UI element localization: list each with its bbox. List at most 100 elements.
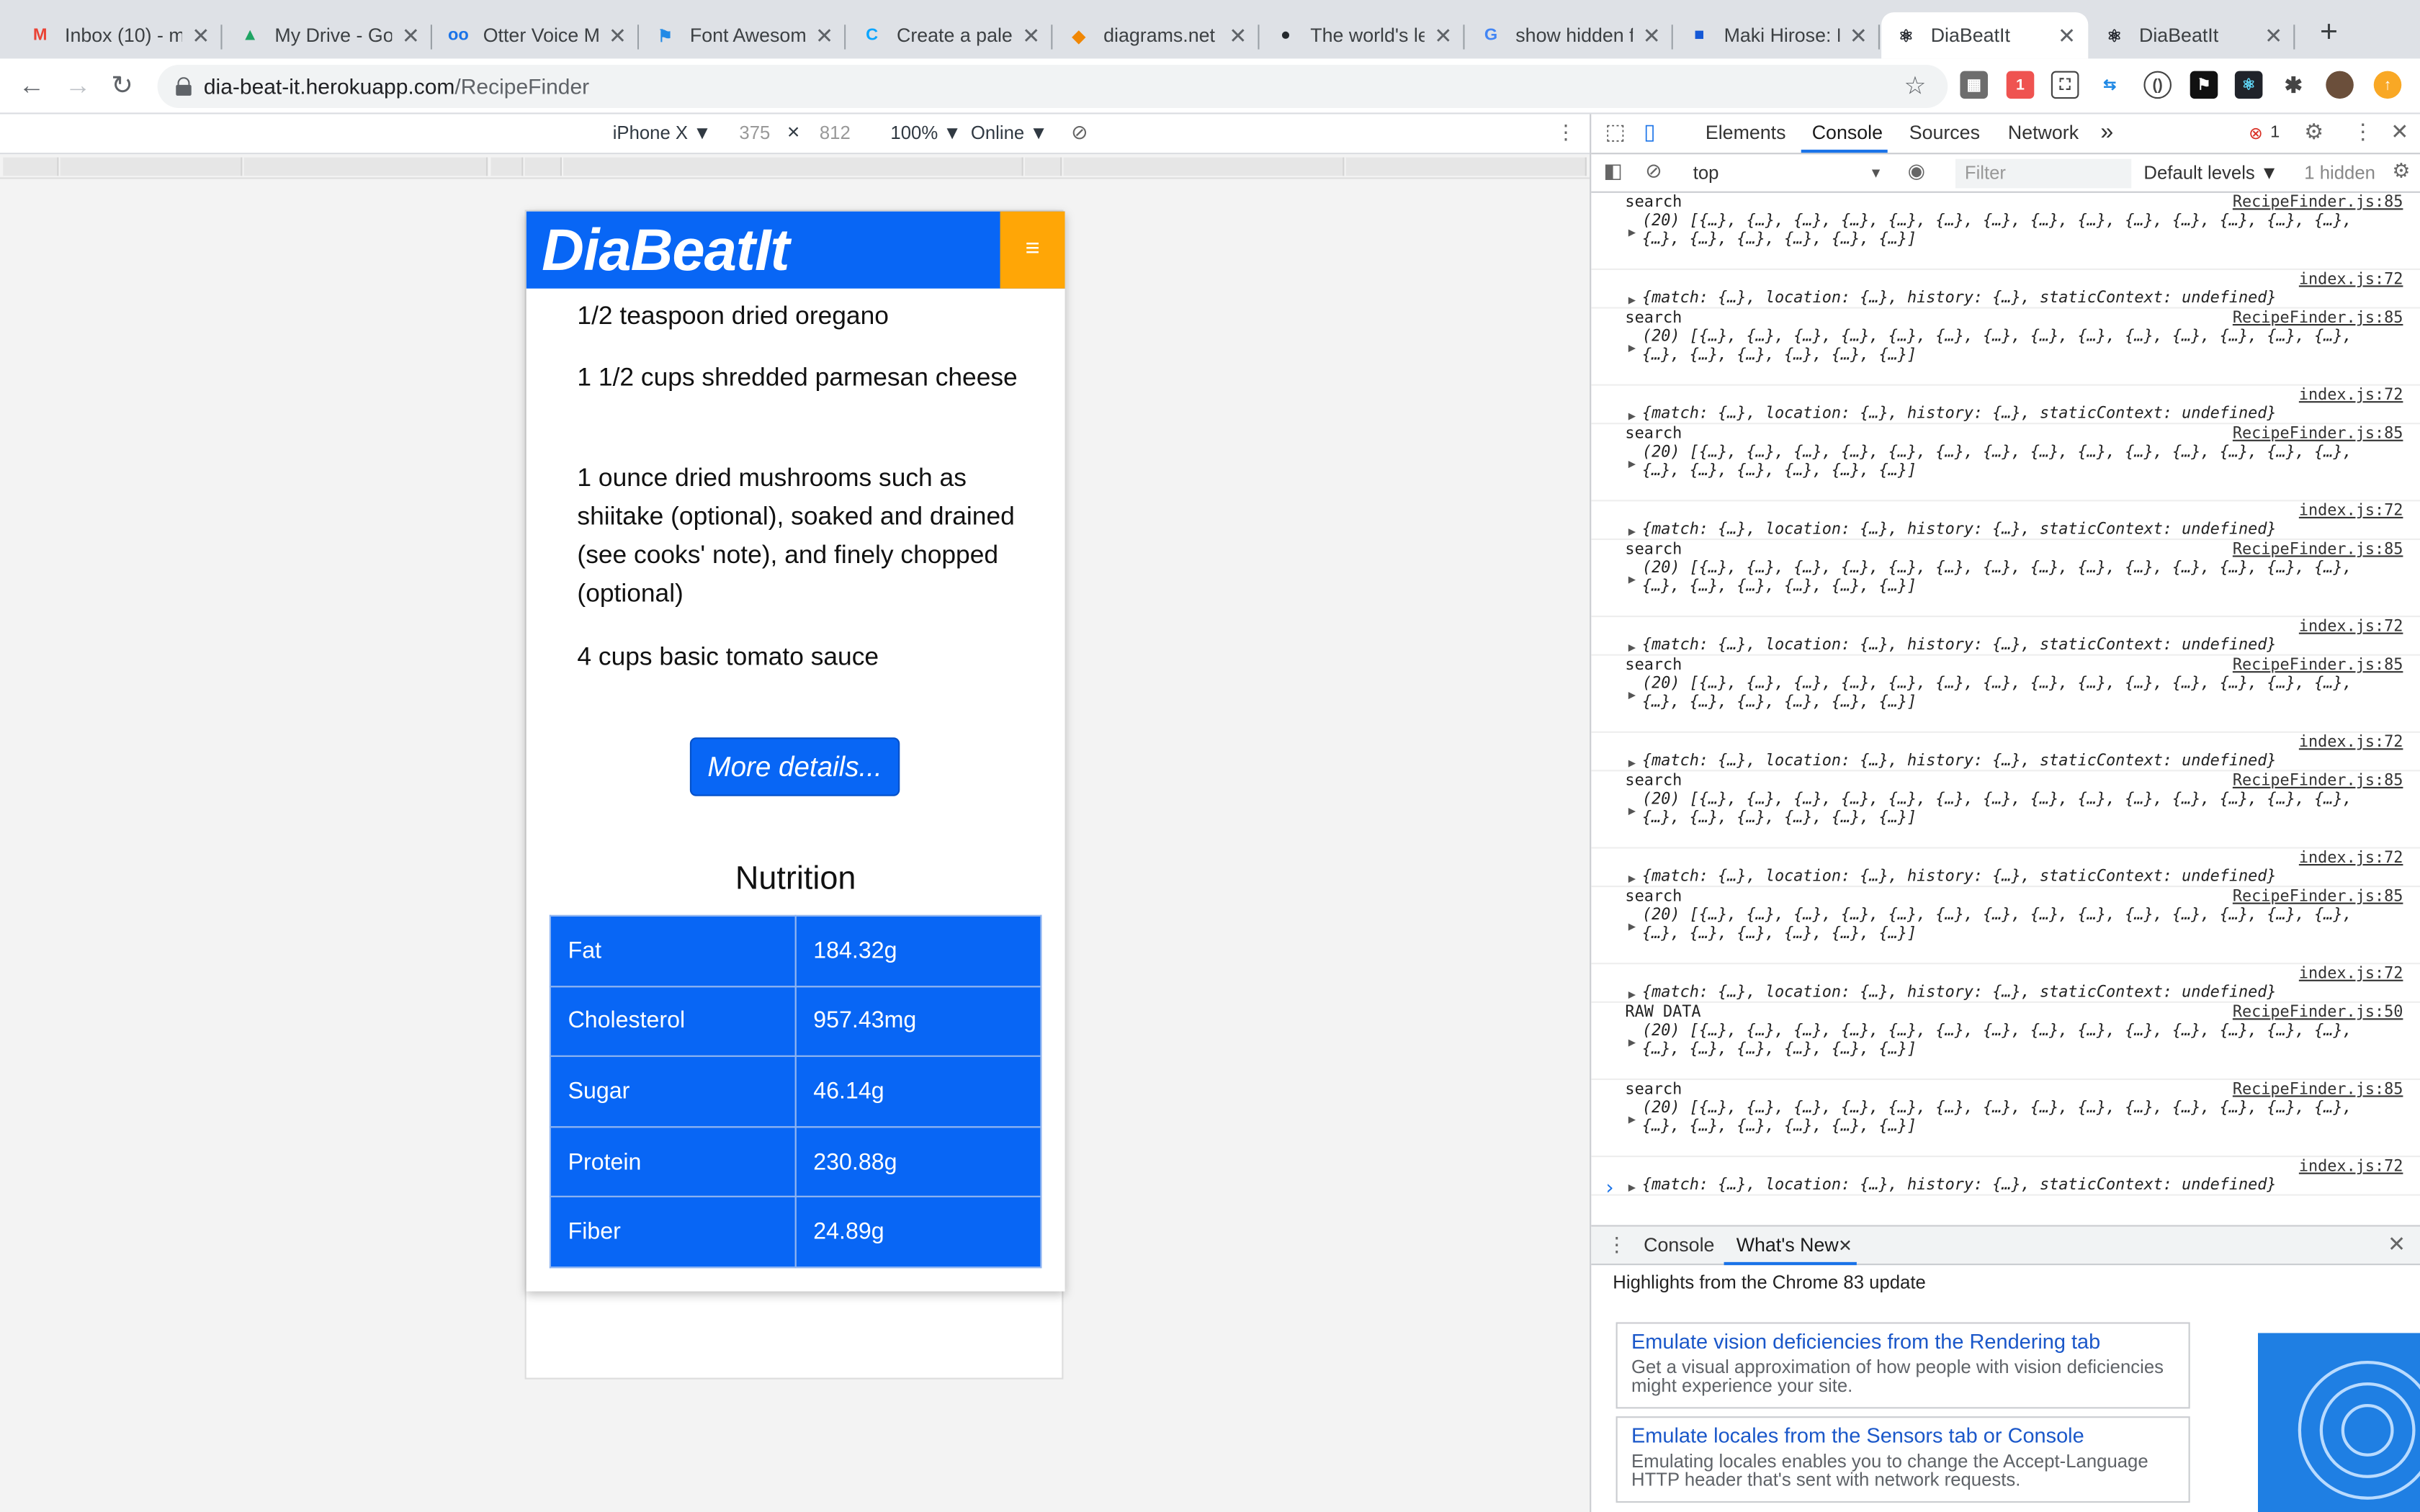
close-drawer-icon[interactable]: ✕ — [2388, 1231, 2406, 1257]
console-message[interactable]: RAW DATA RecipeFinder.js:50 ▶ (20) [{…}, {…… — [1591, 1003, 2420, 1080]
console-source-link[interactable]: RecipeFinder.js:85 — [2233, 1081, 2403, 1100]
update-icon[interactable]: ↑ — [2373, 71, 2402, 99]
console-object[interactable]: {match: {…}, location: {…}, history: {…}… — [1642, 290, 2383, 309]
back-icon[interactable]: ← — [19, 71, 45, 102]
console-object[interactable]: {match: {…}, location: {…}, history: {…}… — [1642, 406, 2383, 425]
swap-icon[interactable]: ⇆ — [2096, 71, 2124, 99]
more-details-button[interactable]: More details... — [689, 737, 900, 796]
close-tab-icon[interactable]: ✕ — [609, 22, 627, 48]
expand-arrow-icon[interactable]: ▶ — [1628, 870, 1636, 889]
screenshot-icon[interactable]: ⛶ — [2051, 71, 2079, 99]
console-message[interactable]: index.js:72 ▶ {match: {…}, location: {…}, … — [1591, 501, 2420, 540]
console-object[interactable]: {match: {…}, location: {…}, history: {…}… — [1642, 753, 2383, 772]
expand-arrow-icon[interactable]: ▶ — [1628, 408, 1636, 426]
console-source-link[interactable]: index.js:72 — [2299, 387, 2403, 406]
expand-arrow-icon[interactable]: ▶ — [1628, 918, 1636, 937]
rotate-icon[interactable]: ⊘ — [1071, 120, 1088, 145]
more-tabs-icon[interactable]: » — [2100, 119, 2113, 145]
menu-icon[interactable]: ≡ — [1000, 211, 1065, 289]
console-message[interactable]: index.js:72 ▶ {match: {…}, location: {…}, … — [1591, 849, 2420, 888]
whats-new-item-title[interactable]: Emulate vision deficiencies from the Ren… — [1631, 1330, 2174, 1353]
expand-arrow-icon[interactable]: ▶ — [1628, 523, 1636, 541]
device-select[interactable]: iPhone X ▼ — [613, 122, 712, 143]
expand-arrow-icon[interactable]: ▶ — [1628, 339, 1636, 358]
close-tab-icon[interactable]: ✕ — [1022, 22, 1040, 48]
tab-1[interactable]: M Inbox (10) - m ✕ — [15, 12, 223, 58]
tab-10[interactable]: ⚛ DiaBeatIt ✕ — [1881, 12, 2089, 59]
drawer-tab-console[interactable]: Console — [1644, 1234, 1714, 1256]
console-source-link[interactable]: index.js:72 — [2299, 966, 2403, 984]
network-select[interactable]: Online ▼ — [971, 122, 1048, 143]
react-devtools-icon[interactable]: ⚛ — [2234, 71, 2263, 99]
eye-icon[interactable]: ◉ — [1908, 159, 1925, 184]
console-source-link[interactable]: index.js:72 — [2299, 271, 2403, 290]
extension-badge-icon[interactable]: 1 — [2006, 71, 2035, 99]
flag-extension-icon[interactable]: ⚑ — [2190, 71, 2218, 99]
console-source-link[interactable]: index.js:72 — [2299, 734, 2403, 753]
console-source-link[interactable]: index.js:72 — [2299, 850, 2403, 869]
close-devtools-icon[interactable]: ✕ — [2390, 119, 2408, 145]
close-tab-icon[interactable]: ✕ — [2058, 22, 2076, 48]
console-source-link[interactable]: RecipeFinder.js:85 — [2233, 310, 2403, 329]
expand-arrow-icon[interactable]: ▶ — [1628, 292, 1636, 310]
console-object[interactable]: (20) [{…}, {…}, {…}, {…}, {…}, {…}, {…},… — [1642, 560, 2383, 598]
console-object[interactable]: (20) [{…}, {…}, {…}, {…}, {…}, {…}, {…},… — [1642, 328, 2383, 366]
forward-icon[interactable]: → — [65, 71, 91, 102]
more-options-icon[interactable]: ⋮ — [1556, 120, 1576, 145]
close-tab-icon[interactable]: ✕ — [1434, 22, 1452, 48]
zoom-select[interactable]: 100% ▼ — [890, 122, 961, 143]
console-message[interactable]: search RecipeFinder.js:85 ▶ (20) [{…}, {…},… — [1591, 540, 2420, 618]
console-message[interactable]: search RecipeFinder.js:85 ▶ (20) [{…}, {…},… — [1591, 771, 2420, 849]
tab-2[interactable]: ▲ My Drive - Go ✕ — [225, 12, 432, 58]
close-tab-icon[interactable]: ✕ — [1643, 22, 1661, 48]
console-message[interactable]: index.js:72 ▶ {match: {…}, location: {…}, … — [1591, 617, 2420, 656]
console-message[interactable]: search RecipeFinder.js:85 ▶ (20) [{…}, {…},… — [1591, 309, 2420, 386]
console-message[interactable]: search RecipeFinder.js:85 ▶ (20) [{…}, {…},… — [1591, 424, 2420, 502]
console-prompt[interactable]: › — [1603, 1179, 1615, 1200]
tab-network[interactable]: Network — [2008, 122, 2079, 143]
expand-arrow-icon[interactable]: ▶ — [1628, 224, 1636, 243]
close-tab-icon[interactable]: ✕ — [402, 22, 420, 48]
error-icon[interactable]: ⊗ — [2249, 123, 2263, 144]
expand-arrow-icon[interactable]: ▶ — [1628, 1179, 1636, 1197]
console-source-link[interactable]: RecipeFinder.js:85 — [2233, 541, 2403, 560]
close-tab-icon[interactable]: ✕ — [1229, 22, 1247, 48]
whats-new-item[interactable]: Emulate vision deficiencies from the Ren… — [1615, 1322, 2190, 1409]
bookmark-star-icon[interactable]: ☆ — [1904, 71, 1927, 102]
tab-9[interactable]: ■ Maki Hirose: L ✕ — [1675, 12, 1880, 58]
console-object[interactable]: (20) [{…}, {…}, {…}, {…}, {…}, {…}, {…},… — [1642, 1023, 2383, 1061]
close-tab-icon[interactable]: ✕ — [1838, 1236, 1852, 1256]
drawer-tab-whats-new[interactable]: What's New — [1736, 1234, 1839, 1256]
tab-8[interactable]: Gshow hidden f ✕ — [1466, 12, 1673, 58]
console-object[interactable]: (20) [{…}, {…}, {…}, {…}, {…}, {…}, {…},… — [1642, 444, 2383, 482]
new-tab-button[interactable]: + — [2312, 15, 2346, 49]
app-brand[interactable]: DiaBeatIt — [542, 219, 789, 285]
expand-arrow-icon[interactable]: ▶ — [1628, 986, 1636, 1004]
expand-arrow-icon[interactable]: ▶ — [1628, 571, 1636, 590]
console-source-link[interactable]: index.js:72 — [2299, 618, 2403, 637]
console-source-link[interactable]: RecipeFinder.js:50 — [2233, 1004, 2403, 1023]
context-dropdown-icon[interactable]: ▼ — [1869, 165, 1883, 180]
close-tab-icon[interactable]: ✕ — [2264, 22, 2282, 48]
console-source-link[interactable]: RecipeFinder.js:85 — [2233, 426, 2403, 444]
filter-input[interactable]: Filter — [1955, 158, 2132, 189]
expand-arrow-icon[interactable]: ▶ — [1628, 755, 1636, 773]
console-source-link[interactable]: index.js:72 — [2299, 1158, 2403, 1177]
expand-arrow-icon[interactable]: ▶ — [1628, 639, 1636, 657]
avatar[interactable] — [2326, 71, 2354, 99]
console-source-link[interactable]: RecipeFinder.js:85 — [2233, 773, 2403, 792]
extension-icon[interactable]: ▦ — [1960, 71, 1988, 99]
tab-11[interactable]: ⚛ DiaBeatIt ✕ — [2089, 12, 2295, 58]
console-source-link[interactable]: RecipeFinder.js:85 — [2233, 888, 2403, 907]
settings-icon[interactable]: ⚙ — [2304, 119, 2323, 145]
clear-console-icon[interactable]: ⊘ — [1645, 159, 1662, 184]
whats-new-item[interactable]: Emulate locales from the Sensors tab or … — [1615, 1416, 2190, 1503]
console-message[interactable]: index.js:72 ▶ {match: {…}, location: {…}, … — [1591, 270, 2420, 309]
console-object[interactable]: {match: {…}, location: {…}, history: {…}… — [1642, 1177, 2383, 1196]
console-message[interactable]: index.js:72 ▶ {match: {…}, location: {…}, … — [1591, 964, 2420, 1003]
console-object[interactable]: {match: {…}, location: {…}, history: {…}… — [1642, 868, 2383, 887]
console-object[interactable]: {match: {…}, location: {…}, history: {…}… — [1642, 521, 2383, 540]
console-object[interactable]: (20) [{…}, {…}, {…}, {…}, {…}, {…}, {…},… — [1642, 791, 2383, 829]
tab-4[interactable]: ⚑ Font Awesome ✕ — [640, 12, 846, 58]
context-select[interactable]: top — [1693, 162, 1719, 184]
